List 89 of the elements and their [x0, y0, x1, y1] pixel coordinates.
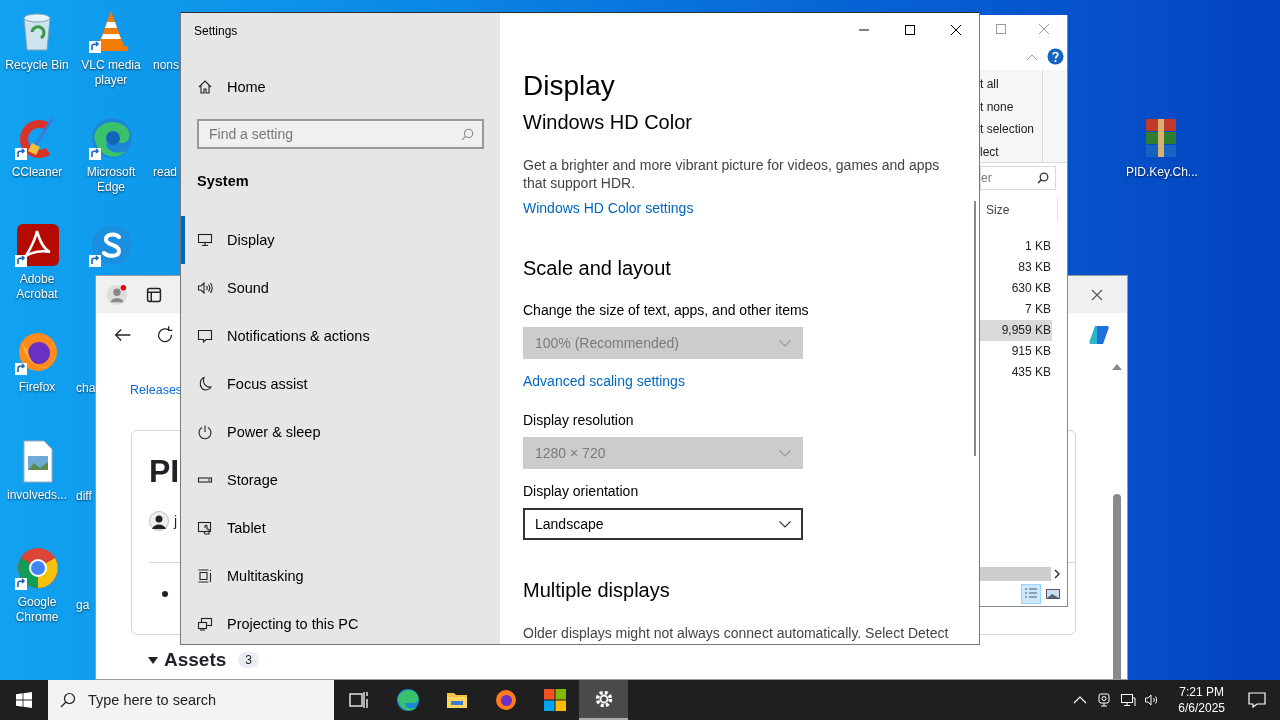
- search-field[interactable]: Type here to search: [48, 680, 334, 720]
- nav-item[interactable]: Power & sleep: [181, 408, 500, 456]
- file-size-cell[interactable]: 1 KB: [980, 236, 1052, 257]
- help-icon[interactable]: [1047, 48, 1064, 65]
- file-size-cell[interactable]: 7 KB: [980, 299, 1052, 320]
- close-icon: [951, 25, 961, 35]
- nav-item[interactable]: Sound: [181, 264, 500, 312]
- section-heading: Scale and layout: [523, 256, 672, 281]
- dropdown[interactable]: Landscape: [523, 508, 803, 540]
- fox-browser-icon[interactable]: [14, 330, 60, 376]
- nav-item[interactable]: Notifications & actions: [181, 312, 500, 360]
- clock-date[interactable]: 6/6/2025: [1178, 700, 1225, 716]
- maximize-icon: [995, 24, 1006, 34]
- ribbon-command[interactable]: t all: [980, 73, 1042, 96]
- scroll-up-icon[interactable]: [1112, 364, 1122, 370]
- speaker-icon: [197, 280, 213, 296]
- profile-icon[interactable]: [106, 283, 128, 306]
- network-icon[interactable]: [1120, 692, 1137, 708]
- close-icon: [1039, 24, 1049, 34]
- page-title: Display: [523, 69, 616, 103]
- nav-item[interactable]: Focus assist: [181, 360, 500, 408]
- file-size-cell[interactable]: 915 KB: [980, 341, 1052, 362]
- breadcrumb-link[interactable]: Releases: [130, 381, 183, 399]
- windows-store-icon: [542, 688, 567, 712]
- monitor-icon: [197, 232, 213, 248]
- edge-browser-icon[interactable]: [88, 115, 134, 161]
- scroll-right-icon[interactable]: [1054, 569, 1060, 579]
- chevron-icon: [779, 520, 791, 528]
- author-name[interactable]: j: [174, 511, 178, 531]
- nav-item[interactable]: Tablet: [181, 504, 500, 552]
- setting-label: Change the size of text, apps, and other items: [523, 301, 810, 320]
- chat-app-icon[interactable]: [88, 222, 134, 268]
- desktop-icon-label[interactable]: PID.Key.Ch...: [1126, 165, 1196, 180]
- edge-browser-icon: [395, 688, 420, 712]
- windows-logo-icon: [16, 692, 32, 708]
- search-icon: [1037, 172, 1049, 184]
- scrollbar[interactable]: [974, 201, 976, 456]
- expand-icon[interactable]: [148, 655, 158, 665]
- section-heading: System: [196, 172, 250, 191]
- chrome-browser-icon[interactable]: [14, 545, 60, 591]
- settings-link[interactable]: Windows HD Color settings: [523, 200, 694, 216]
- pdf-reader-icon[interactable]: [14, 222, 60, 268]
- webcam-icon[interactable]: [1096, 692, 1113, 708]
- search-field[interactable]: er: [980, 166, 1056, 190]
- search-icon: [461, 127, 474, 141]
- settings-link[interactable]: Advanced scaling settings: [523, 373, 685, 389]
- search-field[interactable]: Find a setting: [197, 119, 484, 149]
- setting-label: Display resolution: [523, 411, 635, 430]
- tablet-icon: [197, 520, 213, 536]
- setting-label: Display orientation: [523, 482, 640, 501]
- chevron-icon: [779, 339, 791, 347]
- clock-time[interactable]: 7:21 PM: [1179, 684, 1224, 700]
- release-title: PI: [149, 452, 180, 491]
- home-item[interactable]: Home: [181, 67, 500, 107]
- chevron-icon: [779, 449, 791, 457]
- ribbon-command[interactable]: lect: [980, 140, 1042, 163]
- description-text: Older displays might not always connect automatically. Select Detect: [523, 624, 950, 642]
- file-size-cell[interactable]: 9,959 KB: [980, 320, 1052, 341]
- nav-item[interactable]: Storage: [181, 456, 500, 504]
- fox-browser-icon: [493, 688, 518, 712]
- notifications-icon[interactable]: [1247, 690, 1267, 710]
- power-icon: [197, 424, 213, 440]
- collapse-ribbon-icon[interactable]: [1027, 53, 1037, 60]
- message-icon: [197, 328, 213, 344]
- ribbon-command[interactable]: t selection: [980, 118, 1042, 141]
- settings-taskbar-button[interactable]: [579, 680, 628, 720]
- scrollbar[interactable]: [980, 567, 1051, 581]
- subheading: Windows HD Color: [523, 110, 693, 135]
- description-text: Get a brighter and more vibrant picture for videos, games and apps that support HDR.: [523, 156, 941, 192]
- window-title: Settings: [193, 23, 239, 39]
- search-icon: [60, 692, 76, 708]
- column-header[interactable]: Size: [986, 203, 1010, 217]
- multitasking-icon: [197, 568, 213, 584]
- maximize-icon: [905, 25, 915, 35]
- assets-heading[interactable]: Assets: [164, 649, 227, 671]
- bullet-icon: [162, 591, 168, 597]
- file-size-cell[interactable]: 630 KB: [980, 278, 1052, 299]
- file-size-cell[interactable]: 83 KB: [980, 257, 1052, 278]
- avatar-icon: [149, 511, 169, 531]
- section-heading: Multiple displays: [523, 578, 671, 603]
- nav-item[interactable]: Projecting to this PC: [181, 600, 500, 644]
- count-badge: 3: [238, 652, 259, 668]
- projecting-icon: [197, 616, 213, 632]
- nav-item[interactable]: Multitasking: [181, 552, 500, 600]
- image-icon: [1045, 586, 1061, 602]
- home-icon: [197, 79, 213, 95]
- moon-icon: [197, 376, 213, 392]
- ribbon-command[interactable]: t none: [980, 95, 1042, 118]
- file-size-cell[interactable]: 435 KB: [980, 362, 1052, 383]
